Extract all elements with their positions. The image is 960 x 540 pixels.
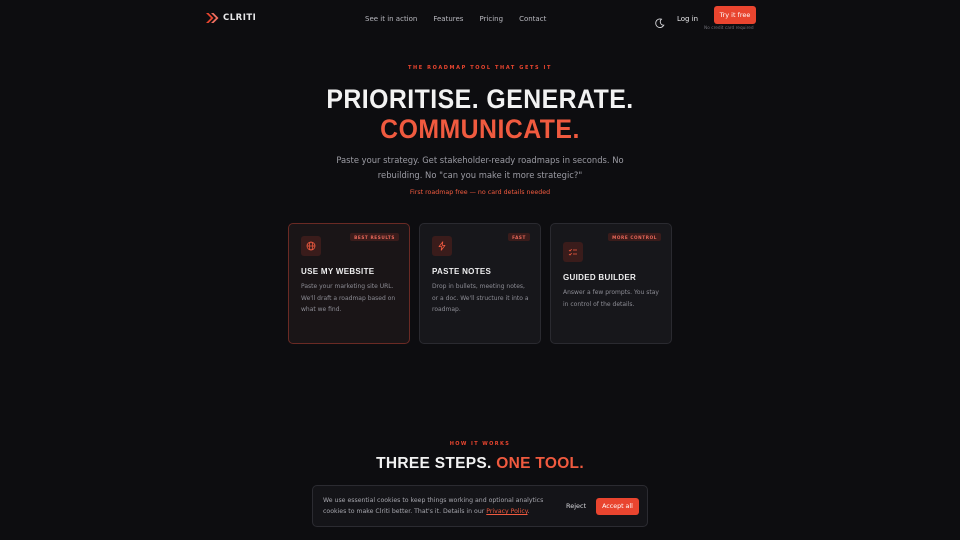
login-link[interactable]: Log in [677, 15, 698, 23]
card-badge: MORE CONTROL [608, 233, 661, 241]
reject-cookies-button[interactable]: Reject [566, 502, 586, 510]
option-card-website[interactable]: BEST RESULTS USE MY WEBSITE Paste your m… [288, 223, 410, 344]
card-description: Drop in bullets, meeting notes, or a doc… [432, 283, 529, 313]
option-card-guided-builder[interactable]: MORE CONTROL GUIDED BUILDER Answer a few… [550, 223, 672, 344]
cookie-text: We use essential cookies to keep things … [323, 495, 553, 517]
card-title: PASTE NOTES [432, 267, 492, 276]
logo-text: CLRITI [223, 13, 257, 23]
cta-note: No credit card required [704, 26, 754, 31]
card-title: USE MY WEBSITE [301, 267, 375, 276]
hero-eyebrow: THE ROADMAP TOOL THAT GETS IT [408, 65, 552, 71]
option-card-paste-notes[interactable]: FAST PASTE NOTES Drop in bullets, meetin… [419, 223, 541, 344]
headline-line-2: COMMUNICATE. [380, 114, 580, 144]
cookie-banner: We use essential cookies to keep things … [312, 485, 648, 527]
how-it-works-title: THREE STEPS. ONE TOOL. [0, 455, 960, 473]
headline-line-1: PRIORITISE. GENERATE. [326, 84, 634, 114]
card-badge: BEST RESULTS [350, 233, 399, 241]
try-free-button[interactable]: Try it free [714, 6, 756, 24]
chevron-logo-icon [206, 13, 219, 23]
nav-link-features[interactable]: Features [433, 15, 463, 23]
logo[interactable]: CLRITI [206, 13, 256, 23]
lightning-icon [432, 236, 452, 256]
title-white-part: THREE STEPS. [376, 455, 492, 472]
hero-subtitle: Paste your strategy. Get stakeholder-rea… [336, 155, 624, 180]
globe-icon [301, 236, 321, 256]
nav-link-contact[interactable]: Contact [519, 15, 546, 23]
moon-icon[interactable] [654, 14, 665, 28]
card-description: Answer a few prompts. You stay in contro… [563, 289, 659, 308]
nav-link-see-it-in-action[interactable]: See it in action [365, 15, 417, 23]
accept-cookies-button[interactable]: Accept all [596, 498, 639, 515]
nav-links: See it in action Features Pricing Contac… [365, 15, 562, 23]
hero-headline: PRIORITISE. GENERATE. COMMUNICATE. [0, 84, 960, 144]
list-check-icon [563, 242, 583, 262]
free-note: First roadmap free — no card details nee… [409, 189, 551, 196]
nav-link-pricing[interactable]: Pricing [479, 15, 503, 23]
card-badge: FAST [508, 233, 530, 241]
title-orange-part: ONE TOOL. [496, 455, 584, 472]
card-description: Paste your marketing site URL. We'll dra… [301, 283, 396, 313]
card-title: GUIDED BUILDER [563, 273, 637, 282]
top-nav: CLRITI See it in action Features Pricing… [0, 0, 960, 40]
cookie-text-end: . [527, 508, 530, 515]
how-it-works-eyebrow: HOW IT WORKS [449, 441, 511, 447]
privacy-policy-link[interactable]: Privacy Policy [486, 508, 527, 515]
